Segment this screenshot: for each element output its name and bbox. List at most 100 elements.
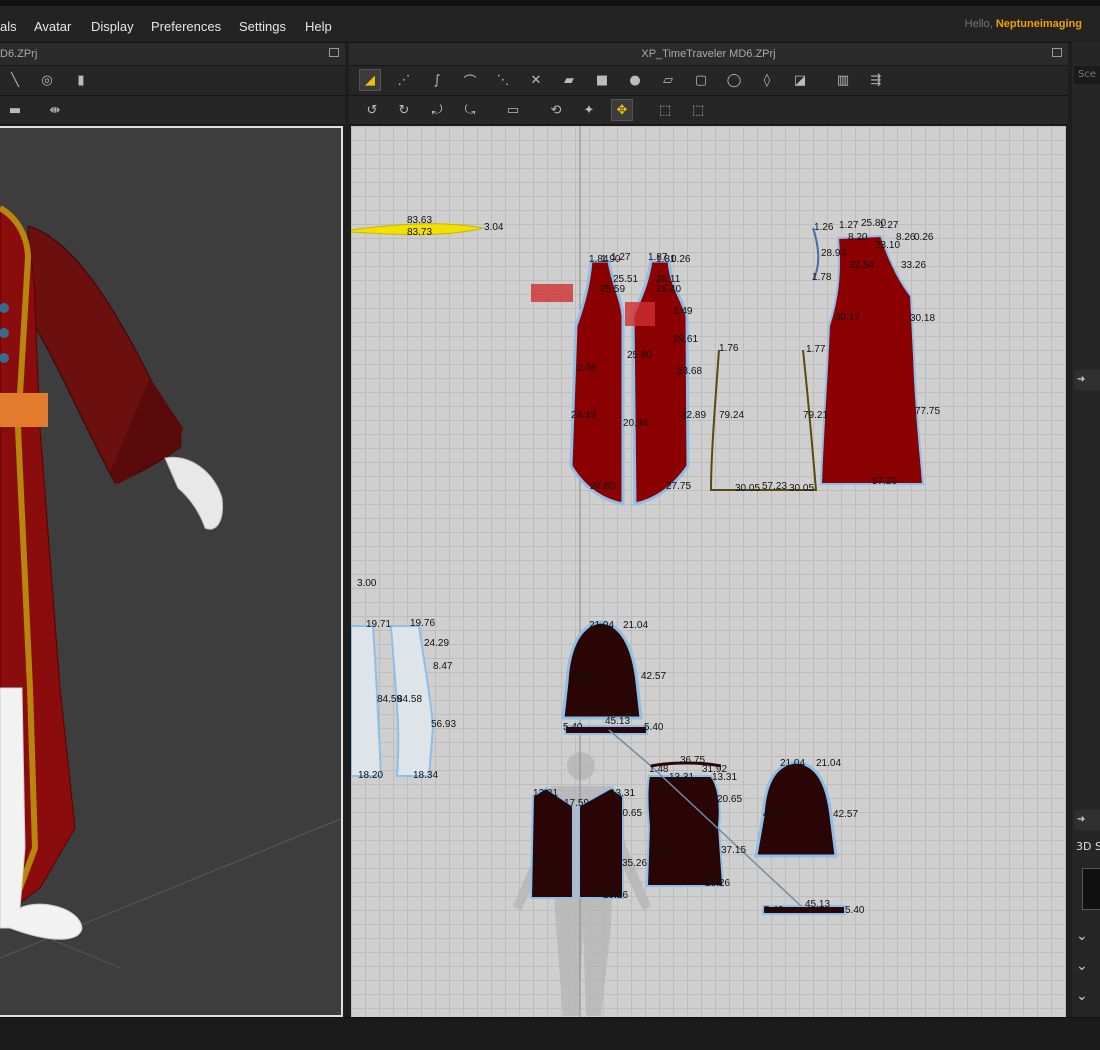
measure-label: 42.57 xyxy=(641,671,667,682)
menu-avatar[interactable]: Avatar xyxy=(34,19,71,34)
measure-label: 18.34 xyxy=(413,770,439,781)
measure-label: 20.26 xyxy=(705,878,731,889)
measure-label: 29.61 xyxy=(673,334,699,345)
measure-label: 57.20 xyxy=(872,476,898,487)
circle-icon[interactable]: ● xyxy=(624,69,646,91)
m-n-sewing-icon[interactable]: ⤾ xyxy=(426,99,448,121)
needle-icon[interactable]: ╲ xyxy=(4,69,26,91)
internal-polygon-icon[interactable]: ▱ xyxy=(657,69,679,91)
measure-label: 33.68 xyxy=(677,366,703,377)
maximize-icon[interactable] xyxy=(329,48,339,57)
measure-label: 8.20 xyxy=(848,232,868,243)
measure-label: 20.65 xyxy=(717,794,743,805)
zipper-icon[interactable]: ⬚ xyxy=(687,99,709,121)
chevron-down-icon[interactable]: ⌄ xyxy=(1076,928,1088,944)
maximize-icon[interactable] xyxy=(1052,48,1062,57)
chevron-down-icon[interactable]: ⌄ xyxy=(1076,988,1088,1004)
measure-label: 56.93 xyxy=(431,719,457,730)
edit-point-icon[interactable]: ⋰ xyxy=(393,69,415,91)
texture-edit-icon[interactable]: ⟲ xyxy=(545,99,567,121)
user-name[interactable]: Neptuneimaging xyxy=(996,18,1082,30)
internal-circle-icon[interactable]: ◯ xyxy=(723,69,745,91)
button-tool-icon[interactable]: ✥ xyxy=(611,99,633,121)
dart-icon[interactable]: ◊ xyxy=(756,69,778,91)
menu-settings[interactable]: Settings xyxy=(239,19,286,34)
scene-search-input[interactable]: Sce xyxy=(1074,66,1100,84)
trace-icon[interactable]: ⇶ xyxy=(865,69,887,91)
measure-label: 30.18 xyxy=(910,313,936,324)
edit-curvature-icon[interactable]: ∫ xyxy=(426,69,448,91)
measure-label: 79.21 xyxy=(803,410,829,421)
rectangle-icon[interactable]: ■ xyxy=(591,69,613,91)
measure-label: 0.26 xyxy=(914,232,934,243)
graphic-icon[interactable]: ✦ xyxy=(578,99,600,121)
polygon-icon[interactable]: ▰ xyxy=(558,69,580,91)
viewport-3d[interactable] xyxy=(0,126,343,1017)
select-transform-icon[interactable]: ◢ xyxy=(359,69,381,91)
measure-label: 57.23 xyxy=(762,481,788,492)
measure-label: 13.31 xyxy=(712,772,738,783)
measure-label: 13.31 xyxy=(669,772,695,783)
topstitch-icon[interactable]: ⬚ xyxy=(654,99,676,121)
measure-label: 42.57 xyxy=(833,809,859,820)
measure-label: 77.75 xyxy=(915,406,941,417)
measure-label: 2.06 xyxy=(577,363,597,374)
measure-label: 1.27 xyxy=(879,220,899,231)
expand-arrow-icon[interactable]: ➜ xyxy=(1074,370,1100,390)
internal-rectangle-icon[interactable]: ▢ xyxy=(690,69,712,91)
menu-materials[interactable]: als xyxy=(0,19,17,34)
measure-label: 25.59 xyxy=(600,284,626,295)
measure-label: 13.31 xyxy=(610,788,636,799)
pin-tool-icon[interactable]: ▮ xyxy=(70,69,92,91)
measure-label: 79.24 xyxy=(719,410,745,421)
measure-label: 24.29 xyxy=(424,638,450,649)
measure-label: 83.63 xyxy=(407,215,433,226)
measure-label: 1.76 xyxy=(719,343,739,354)
measure-label: 37.15 xyxy=(649,845,675,856)
menu-preferences[interactable]: Preferences xyxy=(151,19,221,34)
measure-label: 35.25 xyxy=(533,858,559,869)
flatten-icon[interactable]: ▬ xyxy=(4,99,26,121)
fabric-iron-icon[interactable]: ▭ xyxy=(502,99,524,121)
check-sewing-icon[interactable]: ⤿ xyxy=(459,99,481,121)
expand-arrow-icon[interactable]: ➜ xyxy=(1074,810,1100,830)
measure-label: 0.26 xyxy=(671,254,691,265)
measure-label: 5.40 xyxy=(764,905,784,916)
measure-label: 18.20 xyxy=(358,770,384,781)
measure-label: 27.75 xyxy=(666,481,692,492)
chevron-down-icon[interactable]: ⌄ xyxy=(1076,958,1088,974)
measure-label: 19.76 xyxy=(410,618,436,629)
toolbar-3d-row2: ▬ ⇼ xyxy=(0,96,345,125)
measure-label: 28.94 xyxy=(821,248,847,259)
free-sewing-icon[interactable]: ↻ xyxy=(393,99,415,121)
segment-sewing-icon[interactable]: ↺ xyxy=(361,99,383,121)
thumbnail-preview[interactable] xyxy=(1082,868,1100,910)
measure-label: 1.27 xyxy=(839,220,859,231)
ring-icon[interactable]: ◎ xyxy=(36,69,58,91)
panel-2d-title: XP_TimeTraveler MD6.ZPrj xyxy=(641,48,776,60)
measure-label: 24.49 xyxy=(571,410,597,421)
measure-label: 17.59 xyxy=(564,798,590,809)
menu-bar: als Avatar Display Preferences Settings … xyxy=(0,6,1100,43)
pattern-cut-icon[interactable]: ◪ xyxy=(789,69,811,91)
measure-label: 20.65 xyxy=(617,808,643,819)
move-arrows-icon[interactable]: ⇼ xyxy=(44,99,66,121)
fold-icon[interactable]: ▥ xyxy=(832,69,854,91)
measure-label: 45.13 xyxy=(605,716,631,727)
right-side-panel: Sce ➜ ➜ 3D S ⌄ ⌄ ⌄ xyxy=(1072,42,1100,1017)
add-point-icon[interactable]: ⋱ xyxy=(492,69,514,91)
measure-label: 30.05 xyxy=(789,483,815,494)
measure-label: 23.10 xyxy=(875,240,901,251)
cut-line-icon[interactable]: ✕ xyxy=(525,69,547,91)
measure-label: 42.57 xyxy=(763,809,789,820)
measure-label: 19.71 xyxy=(366,619,392,630)
menu-help[interactable]: Help xyxy=(305,19,332,34)
measure-label: 37.15 xyxy=(721,845,747,856)
viewport-2d-pattern[interactable]: 83.63 83.73 3.04 1.84 1.90 1.27 1.87 1.8… xyxy=(351,126,1066,1017)
measure-label: 21.04 xyxy=(816,758,842,769)
curve-point-icon[interactable]: ⌒ xyxy=(459,69,481,91)
measure-label: 25.80 xyxy=(627,350,653,361)
measure-label: 21.04 xyxy=(780,758,806,769)
menu-display[interactable]: Display xyxy=(91,19,134,34)
measure-label: 84.58 xyxy=(397,694,423,705)
